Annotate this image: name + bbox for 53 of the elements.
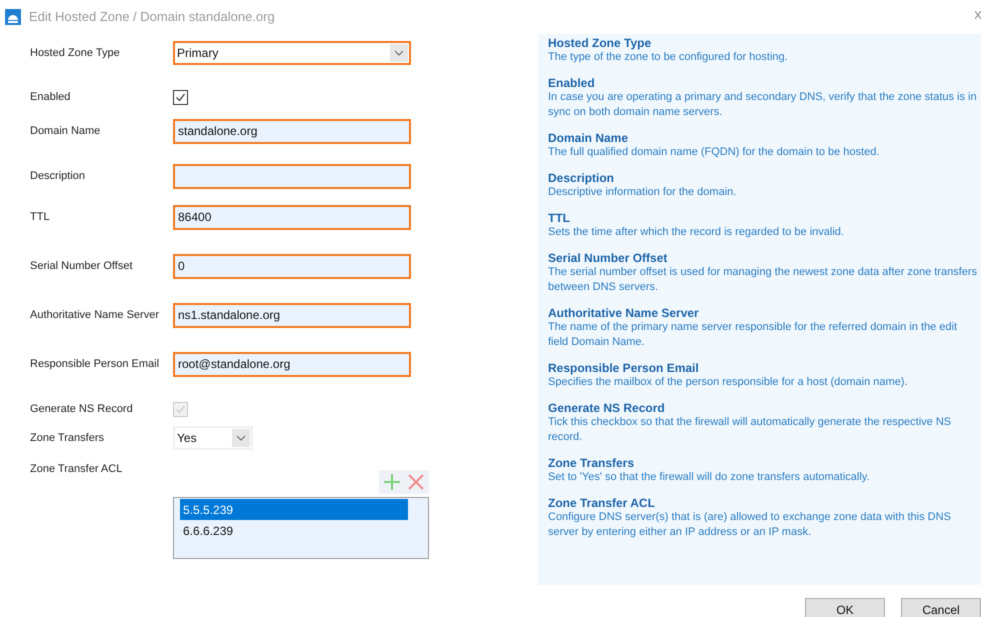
help-heading: Hosted Zone Type [548,36,652,50]
field-label: Description [29,168,86,184]
field-label: Generate NS Record [29,402,134,417]
field-label: Authoritative Name Server [29,308,160,323]
field-label: TTL [29,210,51,225]
help-heading: Description [548,171,616,185]
help-text: Specifies the mailbox of the person responsible for a host (domain name). [548,375,909,390]
dropdown[interactable]: Yes [173,426,253,450]
checkbox[interactable] [173,90,188,104]
help-text: Sets the time after which the record is regarded to be invalid. [548,225,845,240]
input-field[interactable]: 86400 [173,204,411,230]
app-icon [5,9,21,25]
help-heading: Responsible Person Email [548,361,700,375]
dialog-button[interactable]: Cancel [901,598,981,617]
help-heading: Serial Number Offset [548,251,668,265]
field-label: Domain Name [29,124,102,139]
help-text: Descriptive information for the domain. [548,185,738,200]
help-text: The type of the zone to be configured for hosting. [548,50,789,65]
help-heading: Generate NS Record [548,401,666,415]
list-item[interactable]: 5.5.5.239 [180,499,408,520]
add-icon[interactable] [382,472,402,492]
chevron-down-icon [232,429,250,447]
window-title: Edit Hosted Zone / Domain standalone.org [29,8,275,26]
help-heading: Zone Transfers [548,456,636,470]
input-field[interactable]: ns1.standalone.org [173,302,411,328]
help-text: Tick this checkbox so that the firewall will automatically generate the respective NS record. [548,415,952,445]
input-field[interactable]: 0 [173,254,411,278]
help-heading: Authoritative Name Server [548,306,700,320]
help-text: The serial number offset is used for managing the newest zone data after zone transfers between DNS servers. [548,265,978,295]
chevron-down-icon [390,44,408,62]
field-label: Serial Number Offset [29,258,134,274]
help-heading: Domain Name [548,131,630,145]
field-label: Zone Transfers [29,430,105,446]
field-label: Hosted Zone Type [29,46,121,61]
dialog-button[interactable]: OK [805,598,885,617]
input-field[interactable]: root@standalone.org [173,352,411,376]
help-heading: TTL [548,211,571,225]
help-heading: Zone Transfer ACL [548,496,656,510]
field-label: Zone Transfer ACL [29,462,124,477]
delete-icon[interactable] [406,472,426,492]
input-field[interactable] [173,164,411,188]
list-item[interactable]: 6.6.6.239 [180,520,408,541]
input-field[interactable]: standalone.org [173,118,411,144]
field-label: Enabled [29,90,72,105]
help-text: Configure DNS server(s) that is (are) allowed to exchange zone data with this DNS server by entering either an IP address or an IP mask. [548,510,952,540]
dropdown[interactable]: Primary [173,41,411,65]
help-heading: Enabled [548,76,596,90]
help-text: In case you are operating a primary and secondary DNS, verify that the zone status is in sync on both domain name servers. [548,90,978,120]
help-text: The full qualified domain name (FQDN) for the domain to be hosted. [548,145,880,160]
help-text: Set to 'Yes' so that the firewall will do zone transfers automatically. [548,470,871,485]
close-icon[interactable] [975,11,981,21]
field-label: Responsible Person Email [29,356,160,372]
help-text: The name of the primary name server responsible for the referred domain in the edit field Domain Name. [548,320,958,350]
